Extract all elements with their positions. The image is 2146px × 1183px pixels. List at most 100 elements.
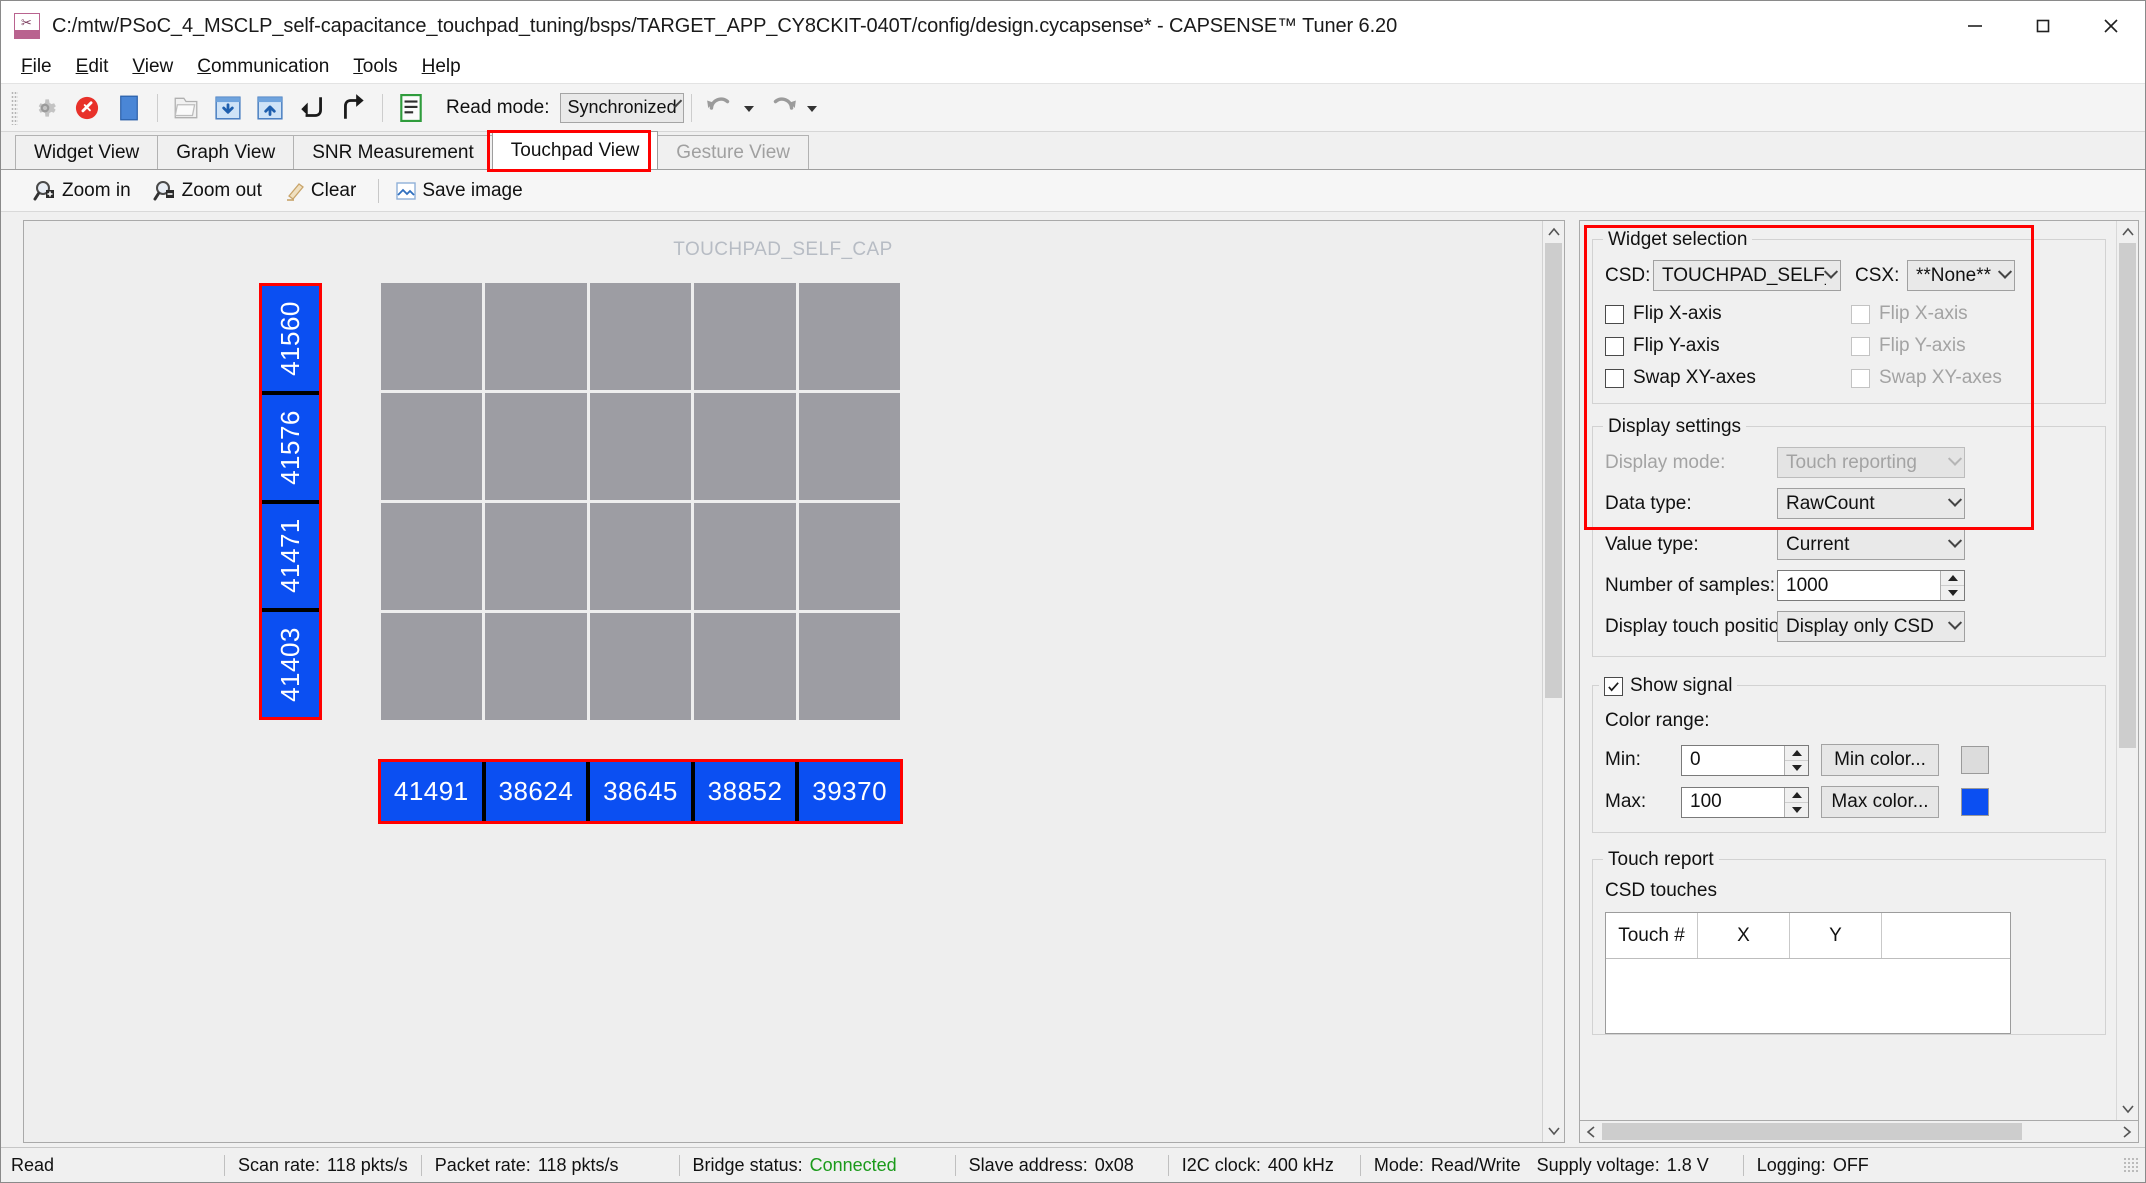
column-sensor-cell[interactable]: 41491: [381, 762, 484, 821]
scroll-right-icon[interactable]: [2116, 1121, 2138, 1142]
csd-select[interactable]: TOUCHPAD_SELF_CAP: [1653, 260, 1841, 291]
minimize-button[interactable]: [1941, 1, 2009, 51]
data-type-select[interactable]: RawCount: [1777, 488, 1965, 519]
panel-scroll-track[interactable]: [2117, 243, 2138, 1098]
column-sensor-cell[interactable]: 38624: [483, 762, 589, 821]
grid-cell[interactable]: [589, 393, 692, 500]
grid-cell[interactable]: [694, 393, 796, 500]
panel-vertical-scrollbar[interactable]: [2116, 221, 2138, 1120]
save-image-button[interactable]: Save image: [395, 180, 523, 202]
max-input[interactable]: 100: [1681, 786, 1809, 818]
close-button[interactable]: [2077, 1, 2145, 51]
max-color-button[interactable]: Max color...: [1821, 786, 1939, 818]
panel-horizontal-scrollbar[interactable]: [1579, 1121, 2139, 1143]
row-sensor-cell[interactable]: 41560: [262, 286, 319, 393]
row-sensor-cell[interactable]: 41471: [262, 501, 319, 611]
resize-gripper[interactable]: [2123, 1157, 2139, 1173]
redo-icon[interactable]: [765, 90, 801, 126]
clear-button[interactable]: Clear: [284, 180, 356, 202]
grid-cell[interactable]: [798, 283, 900, 390]
display-touch-position-select[interactable]: Display only CSD: [1777, 611, 1965, 642]
min-color-button[interactable]: Min color...: [1821, 744, 1939, 776]
canvas-scroll-track[interactable]: [1543, 243, 1564, 1120]
menu-view[interactable]: View: [120, 53, 185, 81]
stepper-up-icon[interactable]: [1941, 571, 1964, 586]
stepper-down-icon[interactable]: [1785, 761, 1808, 775]
grid-cell[interactable]: [485, 503, 587, 610]
panel-hscroll-track[interactable]: [1602, 1121, 2116, 1142]
stepper-up-icon[interactable]: [1785, 746, 1808, 761]
stepper-down-icon[interactable]: [1785, 803, 1808, 817]
min-input[interactable]: 0: [1681, 744, 1809, 776]
min-stepper[interactable]: [1784, 745, 1808, 775]
from-device-icon[interactable]: [336, 90, 372, 126]
grid-cell[interactable]: [381, 393, 483, 500]
toolbar-grip[interactable]: [11, 90, 18, 125]
canvas-scroll-thumb[interactable]: [1545, 243, 1562, 698]
csd-flip-y-checkbox[interactable]: Flip Y-axis: [1605, 335, 1851, 357]
column-sensor-cell[interactable]: 38645: [588, 762, 693, 821]
maximize-button[interactable]: [2009, 1, 2077, 51]
undo-icon[interactable]: [702, 90, 738, 126]
menu-file[interactable]: File: [9, 53, 64, 81]
grid-cell[interactable]: [381, 283, 483, 390]
row-sensor-cell[interactable]: 41576: [262, 392, 319, 502]
grid-cell[interactable]: [381, 613, 483, 720]
value-type-select[interactable]: Current: [1777, 529, 1965, 560]
undo-caret-icon[interactable]: [743, 105, 754, 112]
csd-flip-x-checkbox[interactable]: Flip X-axis: [1605, 303, 1851, 325]
zoom-in-button[interactable]: Zoom in: [33, 179, 131, 203]
touchpad-canvas[interactable]: TOUCHPAD_SELF_CAP 41560 41576 41471 4140…: [24, 221, 1542, 1142]
csx-select[interactable]: **None**: [1907, 260, 2015, 291]
grid-cell[interactable]: [798, 613, 900, 720]
grid-cell[interactable]: [485, 613, 587, 720]
scroll-down-icon[interactable]: [1543, 1120, 1564, 1142]
table-body[interactable]: [1606, 959, 2010, 1033]
panel-hscroll-thumb[interactable]: [1602, 1123, 2022, 1140]
open-icon[interactable]: [168, 90, 204, 126]
grid-cell[interactable]: [694, 283, 796, 390]
tab-widget-view[interactable]: Widget View: [15, 135, 159, 169]
number-of-samples-input[interactable]: 1000: [1777, 570, 1965, 601]
tab-touchpad-view[interactable]: Touchpad View: [491, 131, 659, 169]
grid-cell[interactable]: [381, 503, 483, 610]
export-icon[interactable]: [252, 90, 288, 126]
menu-help[interactable]: Help: [410, 53, 473, 81]
grid-cell[interactable]: [694, 503, 796, 610]
column-header-touch-number[interactable]: Touch #: [1606, 913, 1698, 958]
grid-cell[interactable]: [798, 503, 900, 610]
grid-cell[interactable]: [485, 393, 587, 500]
grid-cell[interactable]: [589, 503, 692, 610]
grid-cell[interactable]: [798, 393, 900, 500]
column-header-y[interactable]: Y: [1790, 913, 1882, 958]
configure-widgets-icon[interactable]: [27, 90, 63, 126]
log-icon[interactable]: [393, 90, 429, 126]
to-device-icon[interactable]: [294, 90, 330, 126]
column-sensor-cell[interactable]: 39370: [797, 762, 900, 821]
max-stepper[interactable]: [1784, 787, 1808, 817]
show-signal-header[interactable]: Show signal: [1599, 675, 1738, 697]
tab-graph-view[interactable]: Graph View: [157, 135, 295, 169]
csd-swap-xy-checkbox[interactable]: Swap XY-axes: [1605, 367, 1851, 389]
stop-icon[interactable]: [111, 90, 147, 126]
import-icon[interactable]: [210, 90, 246, 126]
grid-cell[interactable]: [694, 613, 796, 720]
touchpad-grid[interactable]: [381, 283, 900, 720]
column-sensor-cell[interactable]: 38852: [692, 762, 798, 821]
column-header-x[interactable]: X: [1698, 913, 1790, 958]
csd-touches-table[interactable]: Touch # X Y: [1605, 912, 2011, 1034]
show-signal-checkbox[interactable]: [1604, 676, 1623, 696]
tab-snr-measurement[interactable]: SNR Measurement: [293, 135, 493, 169]
scroll-up-icon[interactable]: [1543, 221, 1564, 243]
redo-split-button[interactable]: [762, 90, 825, 126]
scroll-up-icon[interactable]: [2117, 221, 2138, 243]
canvas-vertical-scrollbar[interactable]: [1542, 221, 1564, 1142]
scroll-down-icon[interactable]: [2117, 1098, 2138, 1120]
disconnect-icon[interactable]: [69, 90, 105, 126]
redo-caret-icon[interactable]: [806, 105, 817, 112]
number-of-samples-stepper[interactable]: [1940, 571, 1964, 600]
scroll-left-icon[interactable]: [1580, 1121, 1602, 1142]
stepper-up-icon[interactable]: [1785, 788, 1808, 803]
grid-cell[interactable]: [485, 283, 587, 390]
grid-cell[interactable]: [589, 613, 692, 720]
